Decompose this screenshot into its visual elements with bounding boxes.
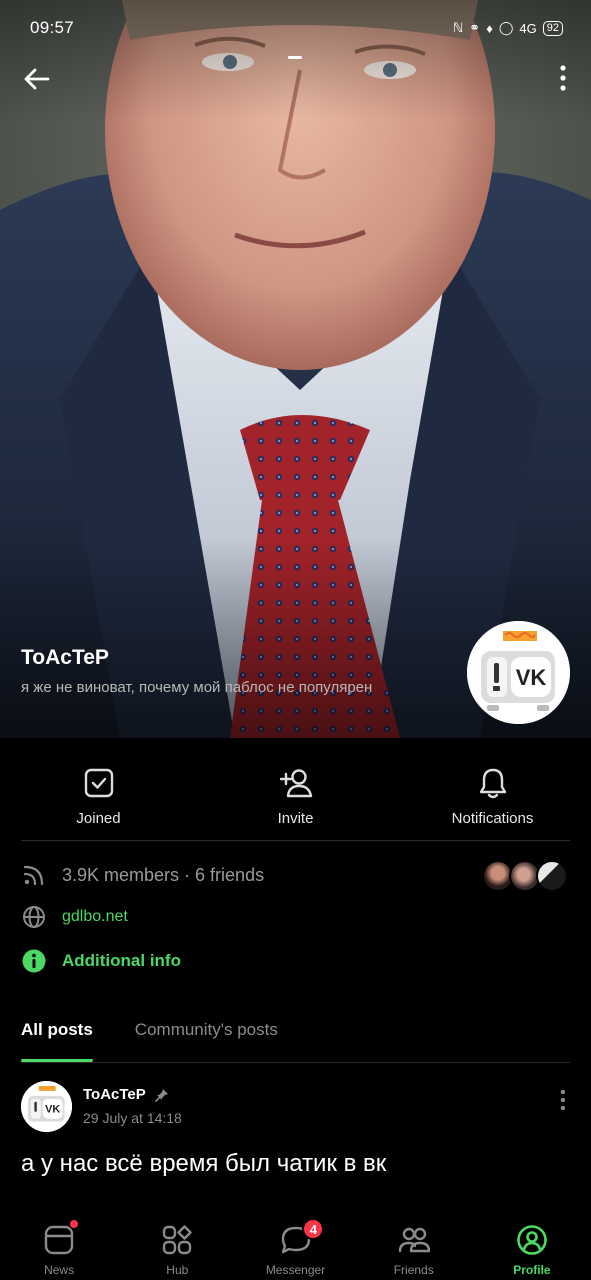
- invite-label: Invite: [277, 810, 314, 827]
- joined-button[interactable]: Joined: [0, 738, 197, 840]
- friends-avatars[interactable]: [482, 860, 570, 892]
- messenger-unread-badge: 4: [302, 1218, 325, 1240]
- bell-icon: [479, 768, 506, 799]
- divider: [21, 840, 570, 841]
- nav-profile-label: Profile: [513, 1263, 551, 1277]
- status-bar: 09:57 ℕ ⚭ ♦ ◯ 4G 92: [0, 0, 591, 56]
- check-square-icon: [84, 768, 113, 798]
- drag-handle: [288, 56, 302, 59]
- more-vertical-icon[interactable]: [559, 1089, 567, 1111]
- nav-friends-label: Friends: [393, 1263, 434, 1277]
- status-icons: ℕ ⚭ ♦ ◯ 4G 92: [453, 20, 563, 36]
- post-text: а у нас всё время был чатик в вк: [21, 1150, 387, 1177]
- alarm-icon: ◯: [498, 20, 514, 35]
- additional-info-row[interactable]: Additional info: [21, 948, 181, 974]
- nav-news-label: News: [44, 1263, 75, 1277]
- nfc-icon: ℕ: [452, 20, 464, 35]
- members-row[interactable]: 3.9K members · 6 friends: [21, 862, 264, 888]
- more-vertical-icon[interactable]: [557, 64, 569, 92]
- tab-all-posts[interactable]: All posts: [21, 1020, 93, 1062]
- website-row[interactable]: gdlbo.net: [21, 904, 128, 930]
- invite-button[interactable]: Invite: [197, 738, 394, 840]
- headphones-icon: ⚭: [469, 20, 481, 35]
- group-avatar[interactable]: VK: [467, 621, 570, 724]
- divider: [21, 1062, 570, 1063]
- nav-hub[interactable]: Hub: [118, 1208, 236, 1280]
- group-status: я же не виноват, почему мой паблос не по…: [21, 679, 373, 696]
- nav-friends[interactable]: Friends: [355, 1208, 473, 1280]
- members-count: 3.9K members · 6 friends: [62, 864, 265, 885]
- nav-messenger[interactable]: 4 Messenger: [236, 1208, 354, 1280]
- action-bar: Joined Invite Notifications: [0, 738, 591, 840]
- add-user-icon: [279, 769, 312, 798]
- battery-icon: 92: [542, 20, 563, 36]
- status-time: 09:57: [30, 18, 75, 37]
- news-unread-dot: [70, 1220, 78, 1228]
- group-name: ToAcTeP: [21, 646, 109, 669]
- notifications-label: Notifications: [451, 810, 534, 827]
- friend-avatar: [536, 860, 568, 892]
- friends-icon: [398, 1227, 430, 1253]
- post-author-avatar[interactable]: VK: [21, 1081, 72, 1132]
- nav-news[interactable]: News: [0, 1208, 118, 1280]
- tab-community-posts[interactable]: Community's posts: [135, 1020, 278, 1052]
- nav-hub-label: Hub: [166, 1263, 189, 1277]
- post-date: 29 July at 14:18: [83, 1110, 182, 1126]
- post-author-name: ToAcTeP: [83, 1086, 146, 1103]
- info-icon: [22, 949, 46, 973]
- hub-icon: [163, 1225, 192, 1255]
- tab-community-posts-label: Community's posts: [134, 1020, 278, 1039]
- website-link[interactable]: gdlbo.net: [62, 908, 128, 926]
- joined-label: Joined: [76, 810, 121, 827]
- mute-bell-icon: ♦: [486, 20, 493, 36]
- svg-text:VK: VK: [516, 665, 547, 690]
- pin-icon: [154, 1088, 168, 1102]
- toaster-logo: VK: [21, 1081, 72, 1132]
- bottom-nav: News Hub 4 Messenger Friends Profile: [0, 1208, 591, 1280]
- nav-profile[interactable]: Profile: [473, 1208, 591, 1280]
- nav-messenger-label: Messenger: [265, 1263, 326, 1277]
- back-arrow-icon[interactable]: [20, 62, 54, 96]
- news-icon: [44, 1225, 74, 1255]
- post-author[interactable]: ToAcTeP: [83, 1086, 169, 1103]
- toaster-logo: VK: [467, 621, 570, 724]
- notifications-button[interactable]: Notifications: [394, 738, 591, 840]
- profile-icon: [517, 1225, 547, 1255]
- signal-icon: 4G: [519, 20, 537, 36]
- rss-icon: [23, 865, 44, 886]
- svg-text:VK: VK: [45, 1104, 60, 1116]
- globe-icon: [23, 906, 45, 928]
- post-tabs: All posts Community's posts: [21, 1020, 278, 1062]
- tab-all-posts-label: All posts: [21, 1020, 93, 1039]
- additional-info-label: Additional info: [62, 951, 181, 970]
